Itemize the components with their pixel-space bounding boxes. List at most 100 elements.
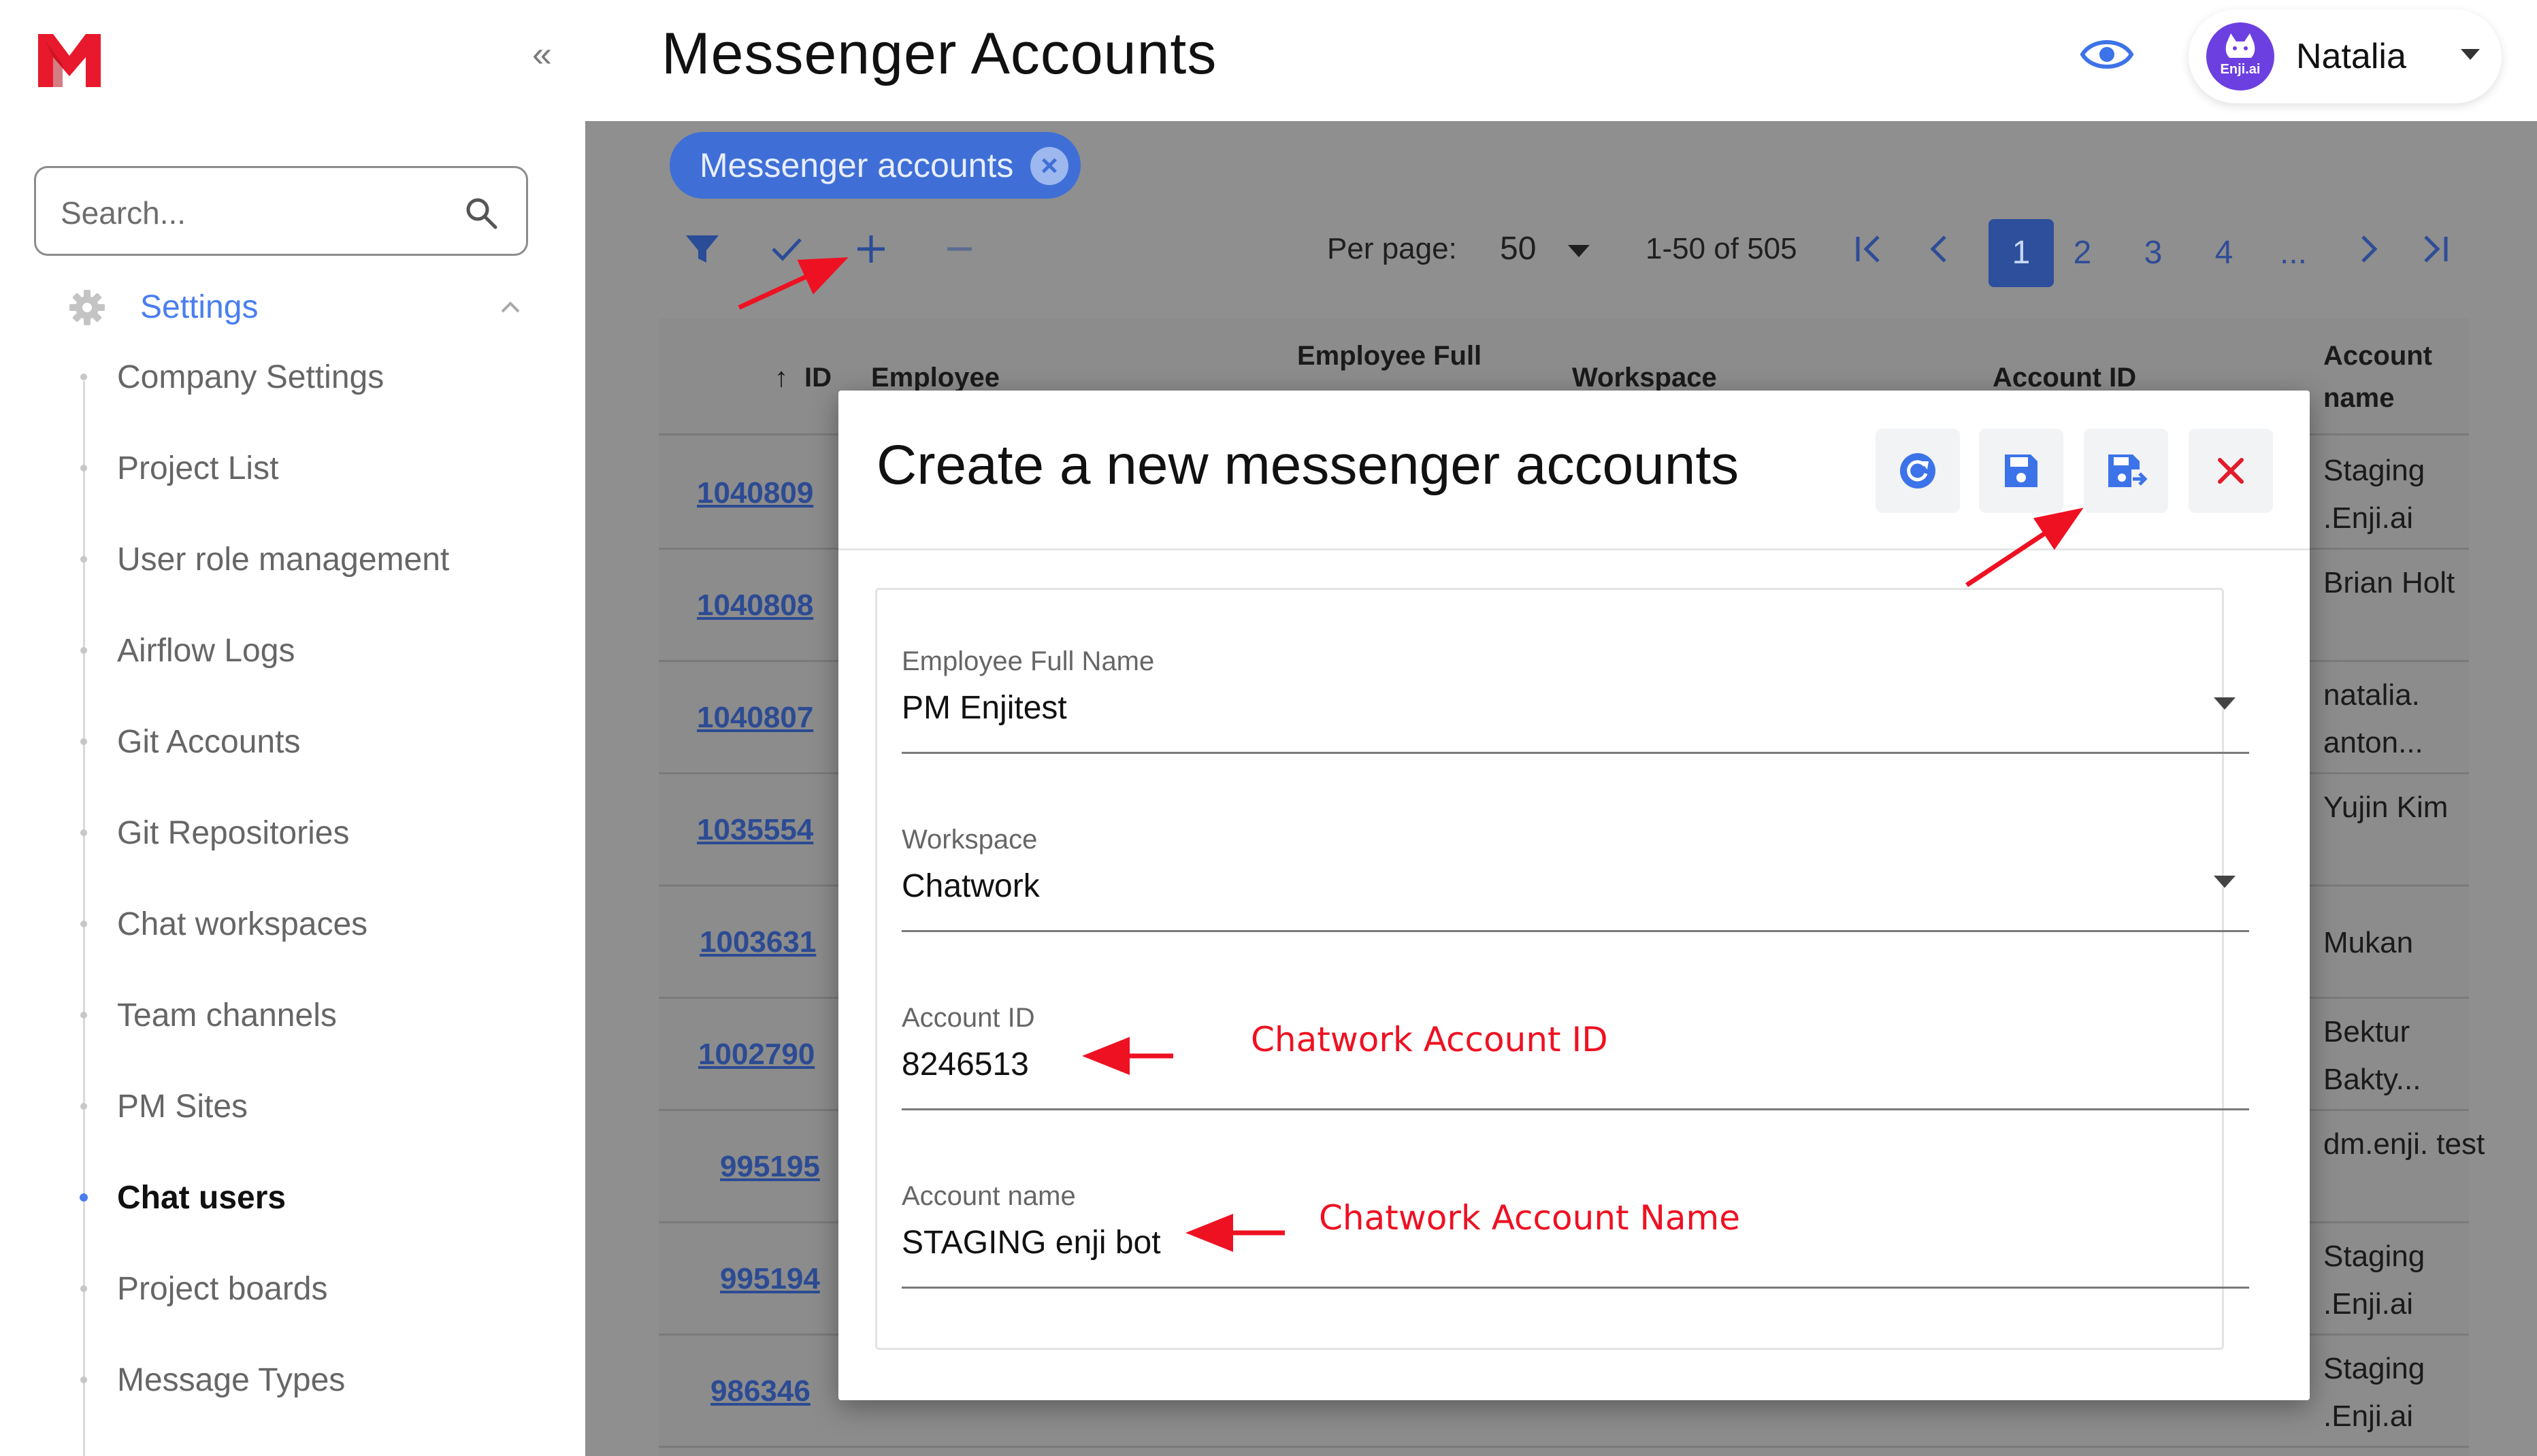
caret-down-icon[interactable] xyxy=(1568,245,1590,257)
nav-bullet xyxy=(80,1285,87,1292)
row-id-link[interactable]: 1040808 xyxy=(697,585,813,626)
eye-icon[interactable] xyxy=(2080,33,2134,76)
save-and-close-button[interactable] xyxy=(2084,429,2168,513)
filter-chip[interactable]: Messenger accounts × xyxy=(670,132,1081,199)
sidebar-item-team-channels[interactable]: Team channels xyxy=(80,992,572,1040)
sidebar-item-user-role-management[interactable]: User role management xyxy=(80,536,572,584)
nav-bullet xyxy=(80,1103,87,1110)
close-chip-icon[interactable]: × xyxy=(1030,147,1068,185)
row-id-link[interactable]: 1035554 xyxy=(697,810,813,850)
caret-down-icon[interactable] xyxy=(2461,49,2480,60)
account-name-cell: natalia. anton... xyxy=(2323,678,2423,759)
sidebar-item-label: Chat users xyxy=(117,1180,287,1216)
table-toolbar: Per page: 50 1-50 of 505 1 2 3 4 ... xyxy=(670,216,2534,287)
caret-down-icon[interactable] xyxy=(2214,697,2236,710)
nav-bullet xyxy=(80,556,87,563)
row-id-link[interactable]: 1040809 xyxy=(697,473,813,514)
sidebar-item-label: Git Accounts xyxy=(117,724,301,760)
row-id-link[interactable]: 995195 xyxy=(720,1146,820,1187)
page-2[interactable]: 2 xyxy=(2055,219,2110,287)
per-page-label: Per page: xyxy=(1327,232,1457,265)
row-id-link[interactable]: 1002790 xyxy=(698,1034,815,1075)
sidebar-item-project-boards[interactable]: Project boards xyxy=(80,1265,572,1313)
top-header: Messenger Accounts Enji.ai Natalia xyxy=(585,0,2537,121)
sidebar-item-project-list[interactable]: Project List xyxy=(80,445,572,493)
field-label: Employee Full Name xyxy=(902,646,1155,676)
sidebar-item-label: Airflow Logs xyxy=(117,633,295,669)
create-account-dialog: Create a new messenger accounts Employee… xyxy=(838,391,2310,1400)
row-id-link[interactable]: 1003631 xyxy=(700,922,816,963)
sidebar-item-chat-users[interactable]: Chat users xyxy=(80,1174,572,1222)
row-id-link[interactable]: 995194 xyxy=(720,1259,820,1300)
caret-down-icon[interactable] xyxy=(2214,876,2236,888)
sidebar-item-git-repositories[interactable]: Git Repositories xyxy=(80,810,572,857)
sidebar-item-pm-sites[interactable]: PM Sites xyxy=(80,1083,572,1131)
sidebar-section-settings[interactable]: Settings xyxy=(68,286,531,333)
prev-page-icon[interactable] xyxy=(1915,225,1964,274)
search-input[interactable] xyxy=(61,193,442,233)
save-button[interactable] xyxy=(1979,429,2063,513)
sidebar-item-chat-workspaces[interactable]: Chat workspaces xyxy=(80,901,572,948)
add-icon[interactable] xyxy=(847,225,896,274)
search-icon[interactable] xyxy=(463,195,499,231)
filter-icon[interactable] xyxy=(678,225,727,274)
account-name-cell: dm.enji. test xyxy=(2323,1127,2485,1161)
collapse-sidebar-icon[interactable]: « xyxy=(532,34,552,75)
annotation-account-name: Chatwork Account Name xyxy=(1319,1198,1741,1238)
annotation-account-id: Chatwork Account ID xyxy=(1251,1020,1608,1059)
nav-bullet xyxy=(80,829,87,836)
dialog-title: Create a new messenger accounts xyxy=(877,434,1739,496)
check-icon[interactable] xyxy=(762,225,811,274)
sidebar-item-company-settings[interactable]: Company Settings xyxy=(80,354,572,401)
field-value[interactable]: Chatwork xyxy=(902,866,2127,907)
sidebar-item-label: Git Repositories xyxy=(117,815,350,851)
gear-icon xyxy=(69,290,105,325)
sidebar-item-git-accounts[interactable]: Git Accounts xyxy=(80,718,572,766)
page-4[interactable]: 4 xyxy=(2197,219,2251,287)
field-underline xyxy=(902,1287,2249,1289)
reset-button[interactable] xyxy=(1876,429,1960,513)
row-id-link[interactable]: 986346 xyxy=(710,1371,811,1412)
refresh-icon xyxy=(1900,453,1935,489)
field-label: Account name xyxy=(902,1181,1076,1211)
field-underline xyxy=(902,1108,2249,1110)
account-name-cell: Yujin Kim xyxy=(2323,791,2449,824)
column-header-employee-full[interactable]: Employee Full xyxy=(1297,335,1482,377)
account-name-cell: Staging .Enji.ai xyxy=(2323,454,2425,535)
sidebar-item-label: Chat workspaces xyxy=(117,906,368,942)
account-name-cell: Staging .Enji.ai xyxy=(2323,1352,2425,1433)
page-3[interactable]: 3 xyxy=(2126,219,2180,287)
last-page-icon[interactable] xyxy=(2410,225,2459,274)
field-value[interactable]: PM Enjitest xyxy=(902,688,2127,729)
next-page-icon[interactable] xyxy=(2344,225,2393,274)
remove-icon[interactable] xyxy=(935,225,984,274)
column-header-id[interactable]: ID xyxy=(804,357,832,399)
enji-mascot-icon xyxy=(2225,33,2255,58)
close-button[interactable] xyxy=(2189,429,2273,513)
account-name-cell: Brian Holt xyxy=(2323,566,2455,599)
app-logo-icon[interactable] xyxy=(35,29,103,90)
field-label: Account ID xyxy=(902,1003,1035,1033)
sidebar-item-label: PM Sites xyxy=(117,1089,248,1125)
sort-asc-icon[interactable]: ↑ xyxy=(774,357,788,399)
chevron-up-icon[interactable] xyxy=(497,294,524,321)
nav-bullet xyxy=(80,1012,87,1019)
per-page-select[interactable]: 50 xyxy=(1500,225,1536,274)
column-header-account-name[interactable]: Account name xyxy=(2323,335,2459,419)
nav-bullet xyxy=(80,374,87,380)
row-id-link[interactable]: 1040807 xyxy=(697,697,813,738)
sidebar-item-message-types[interactable]: Message Types xyxy=(80,1357,572,1404)
search-box[interactable] xyxy=(34,166,528,256)
sidebar-item-airflow-logs[interactable]: Airflow Logs xyxy=(80,627,572,675)
page-1[interactable]: 1 xyxy=(1988,219,2054,287)
sidebar-item-label: Project List xyxy=(117,450,279,486)
account-name-cell: Mukan xyxy=(2323,926,2414,959)
settings-label: Settings xyxy=(140,289,259,325)
sidebar-item-label: Team channels xyxy=(117,997,337,1033)
field-underline xyxy=(902,752,2249,754)
user-menu[interactable]: Enji.ai Natalia xyxy=(2189,10,2502,103)
first-page-icon[interactable] xyxy=(1844,225,1893,274)
user-name: Natalia xyxy=(2296,37,2406,76)
sidebar-item-label: Project boards xyxy=(117,1271,328,1307)
page-title: Messenger Accounts xyxy=(661,21,1217,86)
